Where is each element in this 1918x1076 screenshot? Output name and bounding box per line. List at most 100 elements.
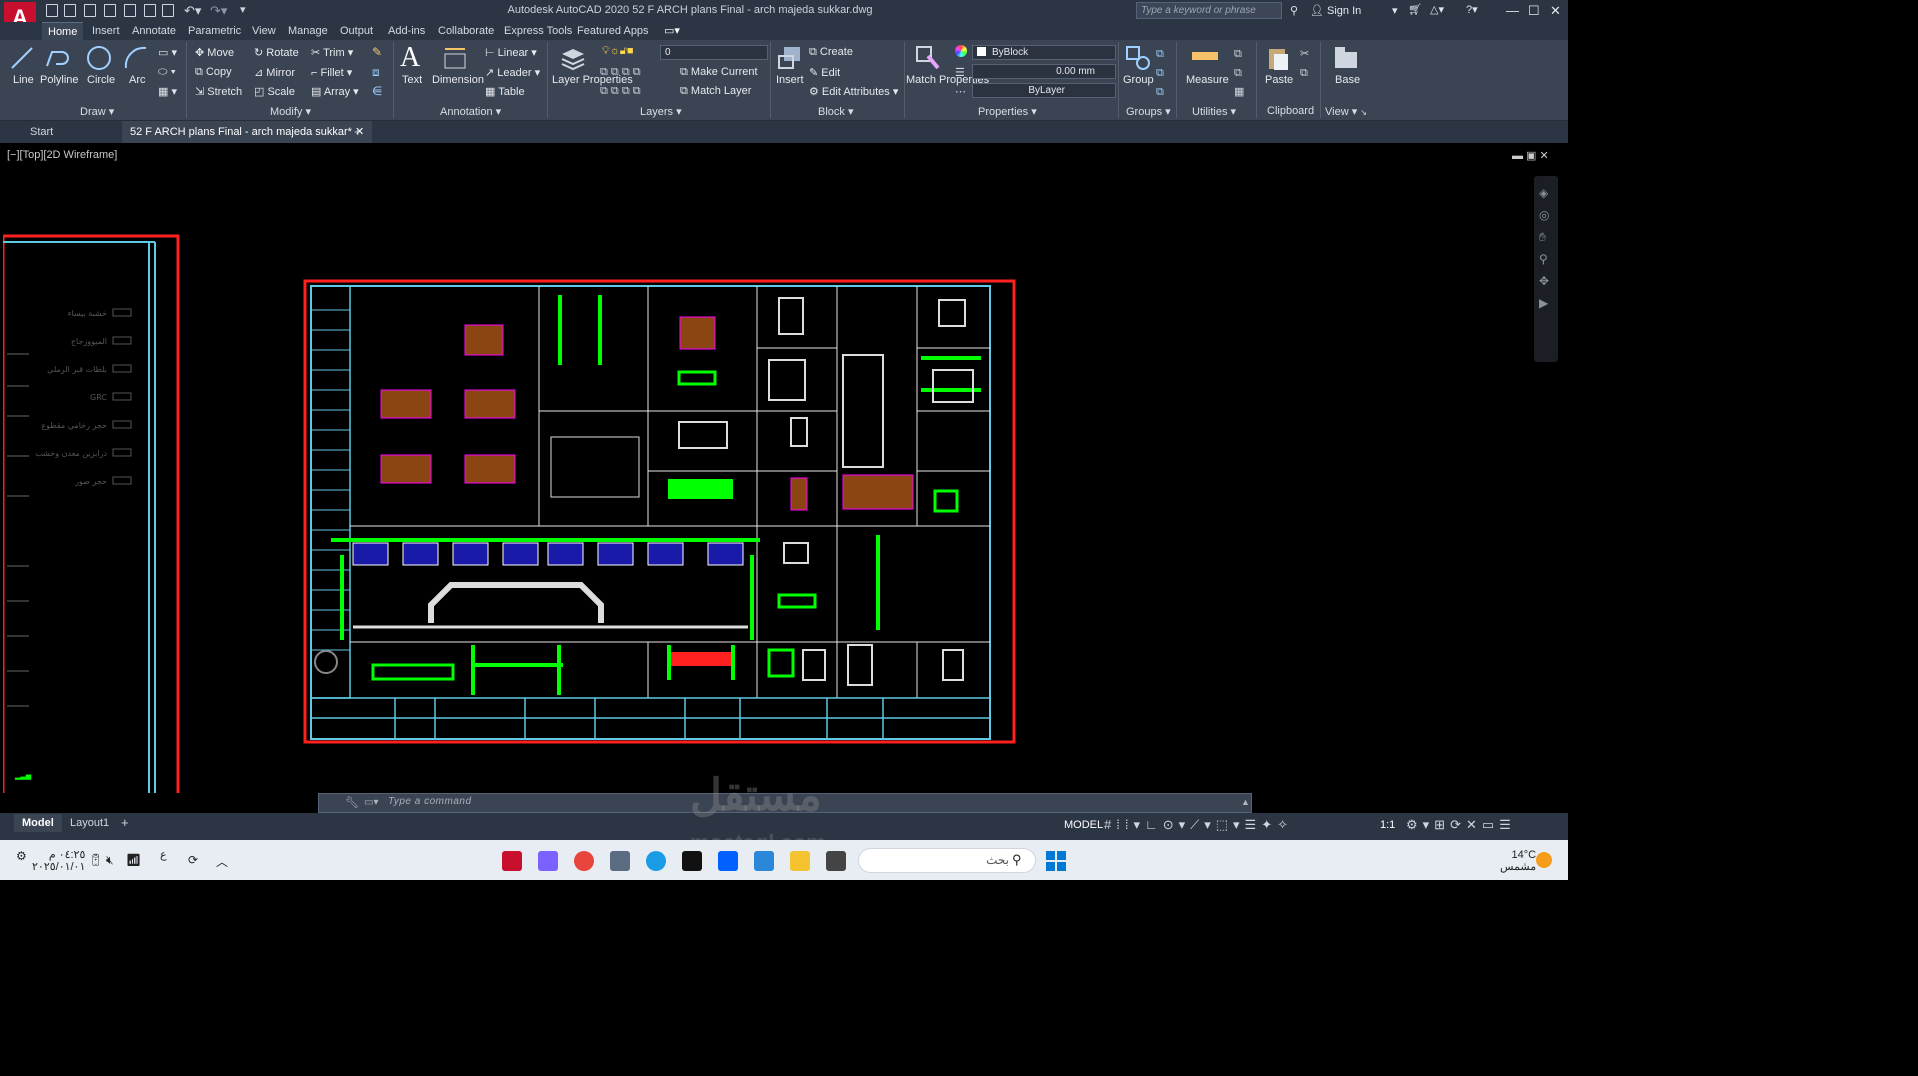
sign-in-dropdown-icon[interactable]: ▾ (1392, 4, 1398, 17)
ribbon-toggle-icon[interactable]: ▭▾ (664, 24, 680, 37)
tab-output[interactable]: Output (340, 25, 373, 37)
sync-icon[interactable]: ⟳ (188, 853, 198, 867)
dimension-icon[interactable] (441, 44, 469, 72)
layer-dropdown[interactable]: 0 (660, 45, 768, 60)
volume-icon[interactable]: 🔇︎ (106, 853, 114, 868)
erase-icon[interactable]: ✎ (372, 45, 382, 59)
tab-model[interactable]: Model (14, 814, 62, 832)
tab-annotate[interactable]: Annotate (132, 25, 176, 37)
print-icon[interactable] (162, 4, 174, 17)
fillet-button[interactable]: ⌐ Fillet ▾ (311, 66, 352, 79)
taskbar-search-input[interactable]: بحث (858, 848, 1036, 873)
utilities-panel-title[interactable]: Utilities ▾ (1192, 105, 1236, 118)
scale-button[interactable]: ◰ Scale (254, 85, 295, 98)
modify-panel-title[interactable]: Modify ▾ (270, 105, 311, 118)
dimension-button[interactable]: Dimension (432, 74, 484, 86)
array-button[interactable]: ▤ Array ▾ (311, 85, 359, 98)
make-current-button[interactable]: ⧉ Make Current (680, 66, 758, 79)
help-icon[interactable]: ?▾ (1466, 3, 1478, 16)
command-history-icon[interactable]: ▲ (1241, 797, 1250, 807)
clipboard-panel-title[interactable]: Clipboard (1267, 105, 1314, 117)
polyline-button[interactable]: Polyline (40, 74, 79, 86)
layers-panel-title[interactable]: Layers ▾ (640, 105, 682, 118)
clipboard-tools-icons[interactable]: ✂ ⧉ (1300, 45, 1309, 83)
tab-add-ins[interactable]: Add-ins (388, 25, 425, 37)
tab-layout1[interactable]: Layout1 (62, 814, 117, 832)
save-as-icon[interactable] (104, 4, 116, 17)
create-block-button[interactable]: ⧉ Create (809, 46, 853, 59)
copy-button[interactable]: ⧉ Copy (195, 66, 232, 79)
linetype-dropdown[interactable]: ByLayer (972, 83, 1116, 98)
start-button[interactable] (1046, 851, 1066, 871)
groups-panel-title[interactable]: Groups ▾ (1126, 105, 1171, 118)
show-hidden-icons[interactable]: ︿ (216, 853, 228, 870)
layer-tools-row1[interactable]: ⧉ ⧉ ⧉ ⧉ (600, 66, 641, 79)
weather-widget[interactable]: 14°C مشمس (1500, 849, 1536, 873)
snipping-tool-icon[interactable] (538, 851, 558, 871)
help-search-input[interactable]: Type a keyword or phrase (1136, 2, 1282, 19)
drafting-aids-icons[interactable]: #⁞⁞▾∟⊙▾⟋▾⬚▾☰✦✧ (1104, 817, 1293, 833)
store-icon[interactable] (754, 851, 774, 871)
line-icon[interactable] (8, 44, 36, 72)
paste-icon[interactable] (1264, 44, 1292, 72)
sign-in-button[interactable]: 👤︎ Sign In (1310, 4, 1361, 17)
navigation-tools-icons[interactable]: ◈ ◎ ✋︎ ⚲ ✥ ▶ (1539, 182, 1549, 314)
text-button[interactable]: Text (402, 74, 422, 86)
trim-button[interactable]: ✂ Trim ▾ (311, 46, 353, 59)
tab-express-tools[interactable]: Express Tools (504, 25, 572, 37)
battery-icon[interactable]: 🔋︎ (88, 853, 103, 867)
offset-icon[interactable]: ⋹ (372, 84, 382, 98)
insert-icon[interactable] (776, 44, 804, 72)
table-button[interactable]: ▦ Table (485, 85, 525, 98)
wifi-icon[interactable]: 📶︎ (126, 853, 141, 867)
calculator-icon[interactable] (610, 851, 630, 871)
tab-collaborate[interactable]: Collaborate (438, 25, 494, 37)
layer-tools-row2[interactable]: ⧉ ⧉ ⧉ ⧉ (600, 85, 641, 98)
circle-button[interactable]: Circle (87, 74, 115, 86)
tab-manage[interactable]: Manage (288, 25, 328, 37)
annotation-panel-title[interactable]: Annotation ▾ (440, 105, 501, 118)
command-input[interactable]: Type a command (388, 796, 472, 807)
view-panel-title[interactable]: View ▾ ↘ (1325, 105, 1367, 118)
measure-icon[interactable] (1192, 52, 1218, 60)
paste-button[interactable]: Paste (1265, 74, 1293, 86)
save-web-icon[interactable] (144, 4, 156, 17)
news-icon[interactable]: ⚙ (16, 849, 27, 863)
rectangle-icon[interactable]: ▭ ▾ (158, 46, 177, 59)
polyline-icon[interactable] (44, 44, 72, 72)
input-language[interactable]: ع (160, 850, 167, 861)
group-button[interactable]: Group (1123, 74, 1154, 86)
arc-icon[interactable] (122, 44, 150, 72)
text-icon[interactable]: A (400, 42, 420, 74)
dropbox-icon[interactable] (718, 851, 738, 871)
edge-icon[interactable] (646, 851, 666, 871)
line-button[interactable]: Line (13, 74, 34, 86)
file-explorer-icon[interactable] (790, 851, 810, 871)
leader-button[interactable]: ↗ Leader ▾ (485, 66, 540, 79)
tab-view[interactable]: View (252, 25, 276, 37)
terminal-icon[interactable] (826, 851, 846, 871)
new-icon[interactable] (46, 4, 58, 17)
notion-icon[interactable] (682, 851, 702, 871)
rotate-button[interactable]: ↻ Rotate (254, 46, 299, 59)
workspace-icons[interactable]: ⚙▾⊞⟳✕▭☰ (1406, 817, 1516, 833)
save-icon[interactable] (84, 4, 96, 17)
customize-icon[interactable]: 🔧︎ (345, 796, 359, 809)
circle-icon[interactable] (85, 44, 113, 72)
measure-button[interactable]: Measure (1186, 74, 1229, 86)
utility-tools-icons[interactable]: ⧉ ⧉ ▦ (1234, 45, 1244, 102)
linear-button[interactable]: ⊢ Linear ▾ (485, 46, 537, 59)
undo-icon[interactable]: ↶▾ (184, 3, 201, 19)
chrome-icon[interactable] (574, 851, 594, 871)
annotation-scale[interactable]: 1:1 (1380, 819, 1395, 831)
draw-panel-title[interactable]: Draw ▾ (80, 105, 114, 118)
maximize-icon[interactable]: ☐ (1528, 3, 1540, 19)
match-layer-button[interactable]: ⧉ Match Layer (680, 85, 751, 98)
open-icon[interactable] (64, 4, 76, 17)
close-icon[interactable]: ✕ (1550, 3, 1561, 19)
block-panel-title[interactable]: Block ▾ (818, 105, 853, 118)
region-icon[interactable]: ▦ ▾ (158, 85, 177, 98)
open-web-icon[interactable] (124, 4, 136, 17)
redo-icon[interactable]: ↷▾ (210, 3, 227, 19)
insert-button[interactable]: Insert (776, 74, 804, 86)
